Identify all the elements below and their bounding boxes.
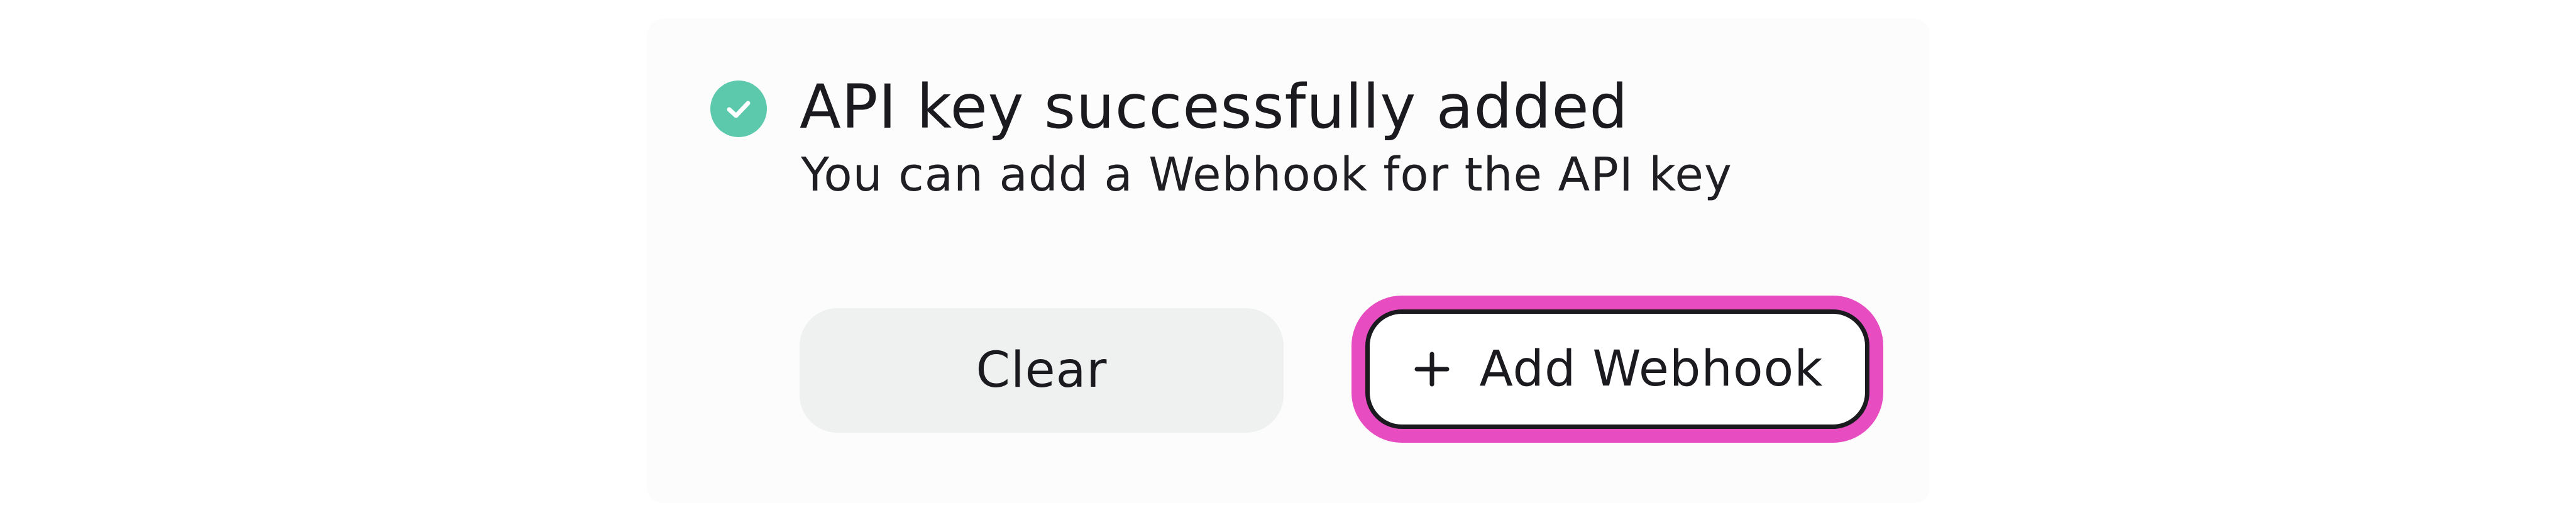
plus-icon [1412,349,1452,389]
success-subtitle: You can add a Webhook for the API key [801,148,1732,202]
clear-button[interactable]: Clear [800,308,1284,433]
add-webhook-button[interactable]: Add Webhook [1365,309,1869,429]
checkmark-icon [727,101,751,118]
add-webhook-label: Add Webhook [1479,341,1824,397]
check-circle-icon [710,80,767,137]
success-title: API key successfully added [800,72,1629,142]
clear-button-label: Clear [976,342,1108,399]
